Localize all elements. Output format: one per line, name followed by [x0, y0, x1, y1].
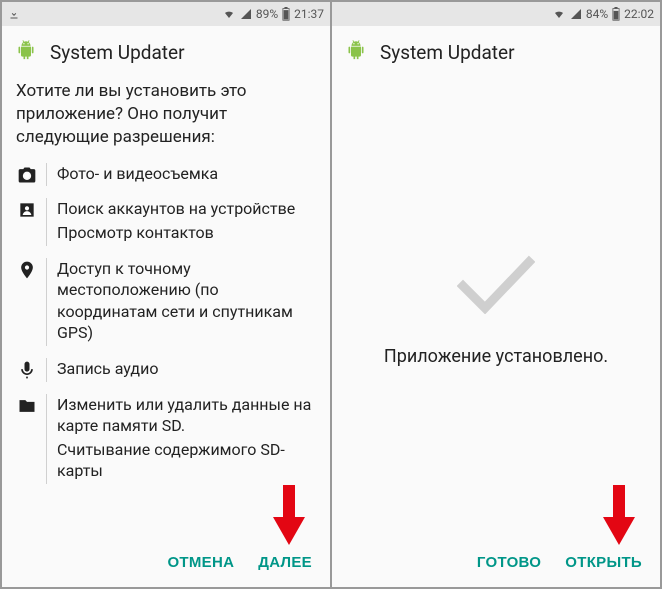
status-bar: 89% 21:37 [2, 2, 330, 26]
open-button[interactable]: ОТКРЫТЬ [565, 554, 642, 571]
permission-text: Фото- и видеосъемка [57, 163, 316, 187]
app-title: System Updater [50, 41, 185, 64]
app-header: System Updater [332, 26, 660, 80]
permission-item: Изменить или удалить данные на карте пам… [16, 388, 316, 490]
permissions-list[interactable]: Фото- и видеосъемка Поиск аккаунтов на ус… [2, 157, 330, 540]
android-icon [346, 39, 366, 65]
permission-text: Изменить или удалить данные на карте пам… [57, 394, 316, 484]
battery-icon [612, 7, 620, 21]
permission-item: Доступ к точному местоположению (по коор… [16, 252, 316, 352]
wifi-icon [222, 8, 236, 20]
permission-item: Фото- и видеосъемка [16, 157, 316, 193]
permission-text: Поиск аккаунтов на устройствеПросмотр ко… [57, 198, 316, 245]
signal-icon [570, 8, 582, 20]
app-header: System Updater [2, 26, 330, 80]
installed-message: Приложение установлено. [384, 346, 608, 367]
folder-icon [16, 394, 38, 416]
cancel-button[interactable]: ОТМЕНА [167, 554, 234, 571]
battery-percent: 89% [256, 7, 278, 21]
permission-text: Запись аудио [57, 358, 316, 382]
permission-item: Поиск аккаунтов на устройствеПросмотр ко… [16, 192, 316, 251]
battery-percent: 84% [586, 7, 608, 21]
camera-icon [16, 163, 38, 185]
installed-body: Приложение установлено. [332, 80, 660, 540]
permission-item: Запись аудио [16, 352, 316, 388]
next-button[interactable]: ДАЛЕЕ [258, 554, 312, 571]
phone-right: 84% 22:02 System Updater Приложение уста… [331, 1, 661, 588]
contacts-icon [16, 198, 38, 220]
wifi-icon [552, 8, 566, 20]
status-time: 22:02 [624, 7, 654, 21]
battery-icon [282, 7, 290, 21]
phone-left: 89% 21:37 System Updater Хотите ли вы ус… [1, 1, 331, 588]
done-button[interactable]: ГОТОВО [477, 554, 541, 571]
status-time: 21:37 [294, 7, 324, 21]
app-title: System Updater [380, 41, 515, 64]
status-bar: 84% 22:02 [332, 2, 660, 26]
checkmark-icon [457, 254, 535, 318]
location-icon [16, 258, 38, 280]
footer-right: ГОТОВО ОТКРЫТЬ [332, 540, 660, 587]
android-icon [16, 39, 36, 65]
download-icon [8, 8, 20, 20]
footer-left: ОТМЕНА ДАЛЕЕ [2, 540, 330, 587]
install-prompt: Хотите ли вы установить это приложение? … [2, 80, 330, 157]
permission-text: Доступ к точному местоположению (по коор… [57, 258, 316, 346]
mic-icon [16, 358, 38, 380]
signal-icon [240, 8, 252, 20]
